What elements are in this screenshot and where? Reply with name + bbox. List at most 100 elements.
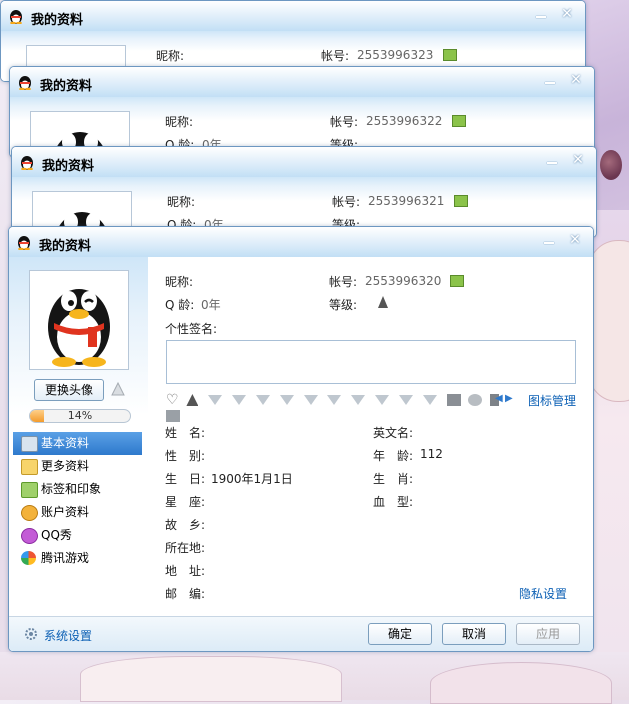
nickname-label: 昵称: bbox=[167, 195, 196, 209]
diamond-icon[interactable] bbox=[375, 395, 390, 405]
sidebar-nav: 基本资料 更多资料 标签和印象 账户资料 QQ秀 腾讯游戏 bbox=[13, 432, 142, 570]
blood-type-label: 血 型: bbox=[373, 495, 414, 509]
title-bar[interactable]: 我的资料 ✕ bbox=[12, 147, 596, 177]
diamond-icon[interactable] bbox=[422, 395, 437, 405]
gender-label: 性 别: bbox=[165, 449, 206, 463]
apply-button[interactable]: 应用 bbox=[516, 623, 580, 645]
english-name-label: 英文名: bbox=[373, 426, 414, 440]
nickname-label: 昵称: bbox=[156, 49, 185, 63]
signature-input[interactable] bbox=[166, 340, 576, 384]
next-icons-icon[interactable]: ▶ bbox=[505, 393, 513, 404]
copy-icon[interactable] bbox=[450, 275, 464, 287]
qq-penguin-icon bbox=[18, 236, 30, 250]
close-icon: ✕ bbox=[569, 232, 581, 248]
hometown-label: 故 乡: bbox=[165, 518, 206, 532]
diamond-icon[interactable] bbox=[303, 395, 318, 405]
profile-window-3[interactable]: 我的资料 ✕ 昵称: 帐号: 2553996321 Q 龄: 0年 等级: bbox=[11, 146, 597, 238]
close-button[interactable]: ✕ bbox=[566, 72, 586, 90]
diamond-icon[interactable] bbox=[255, 395, 270, 405]
profile-window-2[interactable]: 我的资料 ✕ 昵称: 帐号: 2553996322 Q 龄: 0年 等级: bbox=[9, 66, 595, 158]
qage-label: Q 龄: bbox=[165, 298, 195, 312]
more-info-icon bbox=[21, 459, 38, 475]
sidebar-item-basic-info[interactable]: 基本资料 bbox=[13, 432, 142, 455]
birthday-label: 生 日: bbox=[165, 472, 206, 486]
profile-window-main[interactable]: 我的资料 ✕ 更换头像 14% 基本资料 更多资料 标签和印象 账户资料 QQ秀… bbox=[8, 226, 594, 652]
qage-value: 0年 bbox=[201, 298, 221, 312]
title-bar[interactable]: 我的资料 ✕ bbox=[10, 67, 594, 97]
window-title: 我的资料 bbox=[42, 159, 95, 174]
close-icon: ✕ bbox=[572, 152, 584, 168]
avatar[interactable] bbox=[29, 270, 129, 370]
zipcode-label: 邮 编: bbox=[165, 587, 206, 601]
birthday-value: 1900年1月1日 bbox=[211, 472, 293, 486]
heart-icon[interactable]: ♡ bbox=[166, 392, 179, 408]
diamond-icon[interactable] bbox=[327, 395, 342, 405]
name-label: 姓 名: bbox=[165, 426, 206, 440]
gear-icon[interactable] bbox=[23, 626, 39, 642]
diamond-icon[interactable] bbox=[279, 395, 294, 405]
icon-manage-link[interactable]: 图标管理 bbox=[528, 392, 576, 409]
minimize-button[interactable] bbox=[542, 152, 562, 170]
close-button[interactable]: ✕ bbox=[568, 152, 588, 170]
close-button[interactable]: ✕ bbox=[557, 6, 577, 24]
change-avatar-label: 更换头像 bbox=[44, 383, 93, 397]
account-label: 帐号: bbox=[329, 275, 358, 289]
minimize-icon bbox=[547, 162, 557, 164]
sidebar-item-tencent-games[interactable]: 腾讯游戏 bbox=[13, 547, 142, 570]
mail-badge-icon[interactable] bbox=[166, 409, 180, 422]
copy-icon[interactable] bbox=[454, 195, 468, 207]
account-value: 2553996322 bbox=[366, 114, 443, 128]
address-label: 地 址: bbox=[165, 564, 206, 578]
location-label: 所在地: bbox=[165, 541, 206, 555]
close-icon: ✕ bbox=[561, 6, 573, 22]
minimize-button[interactable] bbox=[531, 6, 551, 24]
nickname-label: 昵称: bbox=[165, 275, 194, 289]
account-label: 帐号: bbox=[330, 115, 359, 129]
close-button[interactable]: ✕ bbox=[565, 232, 585, 250]
title-bar[interactable]: 我的资料 ✕ bbox=[1, 1, 585, 31]
window-title: 我的资料 bbox=[31, 13, 84, 28]
window-title: 我的资料 bbox=[40, 79, 93, 94]
diamond-icon[interactable] bbox=[398, 395, 413, 405]
system-settings-link[interactable]: 系统设置 bbox=[44, 627, 92, 644]
music-badge-icon[interactable] bbox=[468, 394, 483, 406]
diamond-icon[interactable] bbox=[232, 395, 247, 405]
diamond-icon[interactable] bbox=[208, 395, 223, 405]
profile-card-icon bbox=[21, 436, 38, 452]
cancel-button[interactable]: 取消 bbox=[442, 623, 506, 645]
privacy-settings-link[interactable]: 隐私设置 bbox=[519, 585, 567, 602]
avatar-settings-icon[interactable] bbox=[110, 381, 126, 397]
ok-button[interactable]: 确定 bbox=[368, 623, 432, 645]
sidebar-item-label: 更多资料 bbox=[41, 459, 90, 473]
game-icon bbox=[21, 551, 36, 565]
prev-icons-icon[interactable]: ◀ bbox=[495, 393, 503, 404]
minimize-button[interactable] bbox=[539, 232, 559, 250]
diamond-icon[interactable] bbox=[351, 395, 366, 405]
copy-icon[interactable] bbox=[452, 115, 466, 127]
minimize-icon bbox=[544, 242, 554, 244]
change-avatar-button[interactable]: 更换头像 bbox=[34, 379, 104, 401]
sidebar-item-label: 腾讯游戏 bbox=[41, 551, 90, 565]
level-badge-icon[interactable] bbox=[186, 394, 199, 406]
sidebar-item-account[interactable]: 账户资料 bbox=[13, 501, 142, 524]
copy-icon[interactable] bbox=[443, 49, 457, 61]
sidebar-item-tags[interactable]: 标签和印象 bbox=[13, 478, 142, 501]
progress-text: 14% bbox=[67, 409, 93, 422]
title-bar[interactable]: 我的资料 ✕ bbox=[9, 227, 593, 257]
sidebar-item-label: 基本资料 bbox=[41, 436, 90, 450]
game-badge-icon[interactable] bbox=[446, 394, 461, 406]
level-icon[interactable] bbox=[377, 295, 389, 309]
background-bottom bbox=[0, 652, 629, 704]
apply-label: 应用 bbox=[535, 627, 560, 641]
tag-icon bbox=[21, 482, 38, 498]
sidebar-item-label: 标签和印象 bbox=[41, 482, 102, 496]
minimize-button[interactable] bbox=[540, 72, 560, 90]
profile-completion-progress: 14% bbox=[29, 409, 131, 423]
account-value: 2553996320 bbox=[365, 274, 442, 288]
footer-bar: 系统设置 确定 取消 应用 bbox=[9, 616, 593, 651]
sidebar-item-qqshow[interactable]: QQ秀 bbox=[13, 524, 142, 547]
background-eye bbox=[600, 150, 622, 180]
background-figure bbox=[588, 240, 629, 402]
sidebar-item-more-info[interactable]: 更多资料 bbox=[13, 455, 142, 478]
qqshow-icon bbox=[21, 528, 38, 544]
